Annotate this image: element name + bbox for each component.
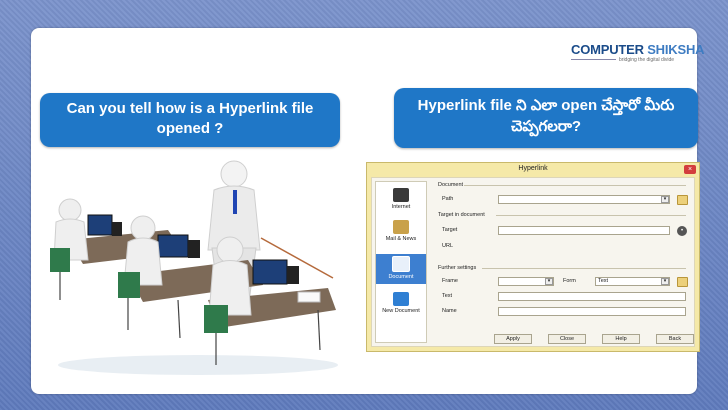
chevron-down-icon[interactable]: ▾ bbox=[661, 196, 669, 203]
section-target: Target in document bbox=[438, 212, 485, 218]
path-field[interactable] bbox=[498, 195, 670, 204]
chevron-down-icon[interactable]: ▾ bbox=[545, 278, 553, 285]
section-divider bbox=[496, 215, 686, 216]
question-english: Can you tell how is a Hyperlink file ope… bbox=[40, 93, 340, 147]
sidebar-item-mail-news[interactable]: Mail & News bbox=[376, 220, 426, 242]
chevron-down-icon[interactable]: ▾ bbox=[661, 278, 669, 285]
classroom-illustration bbox=[50, 160, 338, 375]
logo-word-2: SHIKSHA bbox=[643, 42, 705, 57]
logo-word-1: COMPUTER bbox=[571, 42, 644, 57]
open-file-folder-icon[interactable] bbox=[677, 195, 688, 205]
hyperlink-dialog: Hyperlink × Internet Mail & News Documen… bbox=[366, 162, 700, 352]
computer-shiksha-logo: COMPUTER SHIKSHA bridging the digital di… bbox=[571, 42, 705, 68]
events-folder-icon[interactable] bbox=[677, 277, 688, 287]
target-label: Target bbox=[442, 227, 458, 233]
target-browse-icon[interactable]: • bbox=[677, 226, 687, 236]
target-field[interactable] bbox=[498, 226, 670, 235]
form-label: Form bbox=[563, 278, 576, 284]
path-label: Path bbox=[442, 196, 454, 202]
new-document-icon bbox=[393, 292, 409, 306]
mail-news-icon bbox=[393, 220, 409, 234]
sidebar-item-label: New Document bbox=[382, 308, 420, 314]
dialog-title: Hyperlink bbox=[518, 165, 548, 172]
apply-button[interactable]: Apply bbox=[494, 334, 532, 344]
internet-icon bbox=[393, 188, 409, 202]
logo-underline bbox=[571, 59, 616, 60]
section-divider bbox=[482, 268, 686, 269]
logo-wordmark: COMPUTER SHIKSHA bbox=[571, 42, 705, 57]
help-button[interactable]: Help bbox=[602, 334, 640, 344]
document-icon bbox=[392, 256, 410, 272]
back-button[interactable]: Back bbox=[656, 334, 694, 344]
hyperlink-type-sidebar: Internet Mail & News Document New Docume… bbox=[375, 181, 427, 343]
section-divider bbox=[464, 185, 686, 186]
sidebar-item-label: Internet bbox=[391, 204, 411, 210]
sidebar-item-internet[interactable]: Internet bbox=[376, 188, 426, 210]
name-label: Name bbox=[442, 308, 457, 314]
sidebar-item-document[interactable]: Document bbox=[376, 254, 426, 284]
url-label: URL bbox=[442, 243, 454, 249]
question-telugu: Hyperlink file ని ఎలా open చేస్తారో మీరు… bbox=[394, 88, 698, 148]
logo-tagline: bridging the digital divide bbox=[619, 57, 675, 63]
dialog-titlebar: Hyperlink × bbox=[367, 163, 699, 176]
section-further-settings: Further settings bbox=[438, 265, 477, 271]
frame-label: Frame bbox=[442, 278, 458, 284]
close-button[interactable]: Close bbox=[548, 334, 586, 344]
section-document: Document bbox=[438, 182, 464, 188]
name-field[interactable] bbox=[498, 307, 686, 316]
sidebar-item-label: Document bbox=[388, 274, 414, 280]
dialog-body: Internet Mail & News Document New Docume… bbox=[371, 177, 695, 347]
form-select[interactable]: Text bbox=[595, 277, 670, 286]
text-label: Text bbox=[442, 293, 453, 299]
sidebar-item-new-document[interactable]: New Document bbox=[376, 292, 426, 314]
sidebar-item-label: Mail & News bbox=[385, 236, 417, 242]
text-field[interactable] bbox=[498, 292, 686, 301]
dialog-close-button[interactable]: × bbox=[684, 165, 696, 174]
